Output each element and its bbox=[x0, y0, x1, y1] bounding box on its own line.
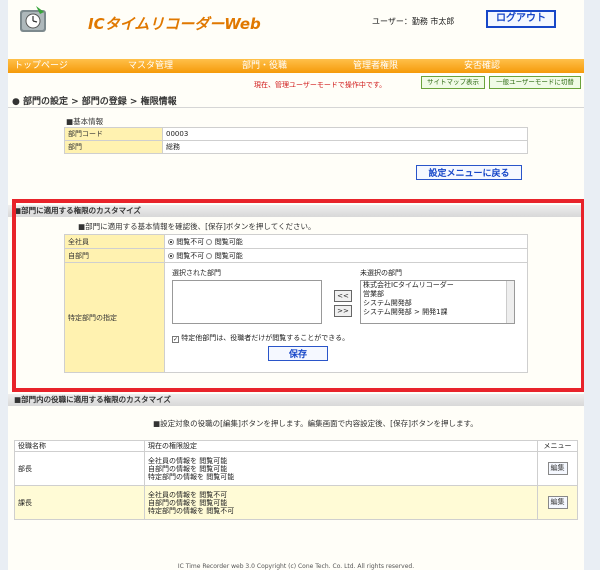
copyright: IC Time Recorder web 3.0 Copyright (c) C… bbox=[177, 563, 415, 570]
dept-name-value: 総務 bbox=[162, 140, 528, 154]
permission-line: 全社員の情報を 閲覧可能 bbox=[148, 456, 228, 465]
position-instruction: ■設定対象の役職の[編集]ボタンを押します。編集画面で内容設定後、[保存]ボタン… bbox=[153, 419, 478, 428]
table-row: 課長 全社員の情報を 閲覧不可 自部門の情報を 閲覧可能 特定部門の情報を 閲覧… bbox=[14, 485, 578, 520]
highlight-frame bbox=[12, 199, 584, 392]
mode-text: 現在、管理ユーザーモードで操作中です。 bbox=[254, 81, 387, 89]
col-name-header: 役職名称 bbox=[14, 440, 145, 452]
user-label: ユーザー：勤務 市太郎 bbox=[372, 17, 455, 26]
permission-line: 全社員の情報を 閲覧不可 bbox=[148, 490, 228, 499]
nav-admin[interactable]: 管理者権限 bbox=[353, 59, 398, 73]
col-current-header: 現在の権限設定 bbox=[144, 440, 538, 452]
dept-name-label: 部門 bbox=[64, 140, 163, 154]
table-row: 部門 総務 bbox=[64, 140, 528, 154]
page: ICタイムリコーダーWeb ユーザー：勤務 市太郎 ログアウト トップページ マ… bbox=[8, 0, 584, 570]
position-name: 部長 bbox=[14, 451, 145, 486]
divider bbox=[8, 107, 584, 108]
sitemap-button[interactable]: サイトマップ表示 bbox=[421, 76, 485, 89]
basic-info-heading: ■基本情報 bbox=[66, 117, 104, 126]
app-title: ICタイムリコーダーWeb bbox=[88, 15, 261, 33]
table-row: 役職名称 現在の権限設定 メニュー bbox=[14, 440, 578, 452]
position-name: 課長 bbox=[14, 485, 145, 520]
permission-line: 自部門の情報を 閲覧可能 bbox=[148, 464, 228, 473]
edit-button[interactable]: 編集 bbox=[547, 496, 568, 509]
edit-button[interactable]: 編集 bbox=[547, 462, 568, 475]
clock-logo-icon bbox=[18, 4, 48, 34]
back-to-settings-button[interactable]: 設定メニューに戻る bbox=[416, 165, 522, 180]
nav-master[interactable]: マスタ管理 bbox=[128, 59, 173, 73]
position-section-title: ■部門内の役職に適用する権限のカスタマイズ bbox=[8, 394, 584, 406]
table-row: 部長 全社員の情報を 閲覧可能 自部門の情報を 閲覧可能 特定部門の情報を 閲覧… bbox=[14, 451, 578, 486]
main-nav: トップページ マスタ管理 部門・役職 管理者権限 安否確認 bbox=[8, 59, 584, 73]
general-mode-button[interactable]: 一般ユーザーモードに切替 bbox=[489, 76, 581, 89]
col-menu-header: メニュー bbox=[537, 440, 578, 452]
table-row: 部門コード 00003 bbox=[64, 127, 528, 141]
nav-safety[interactable]: 安否確認 bbox=[464, 59, 500, 73]
permission-line: 特定部門の情報を 閲覧可能 bbox=[148, 472, 235, 481]
nav-top[interactable]: トップページ bbox=[14, 59, 68, 73]
position-table: 役職名称 現在の権限設定 メニュー 部長 全社員の情報を 閲覧可能 自部門の情報… bbox=[14, 440, 578, 520]
dept-code-label: 部門コード bbox=[64, 127, 163, 141]
basic-info-table: 部門コード 00003 部門 総務 bbox=[64, 127, 528, 154]
nav-department[interactable]: 部門・役職 bbox=[242, 59, 287, 73]
permission-line: 特定部門の情報を 閲覧不可 bbox=[148, 506, 235, 515]
dept-code-value: 00003 bbox=[162, 127, 528, 141]
logout-button[interactable]: ログアウト bbox=[486, 10, 556, 28]
breadcrumb: ● 部門の設定 > 部門の登録 > 権限情報 bbox=[12, 97, 177, 107]
permission-line: 自部門の情報を 閲覧可能 bbox=[148, 498, 228, 507]
